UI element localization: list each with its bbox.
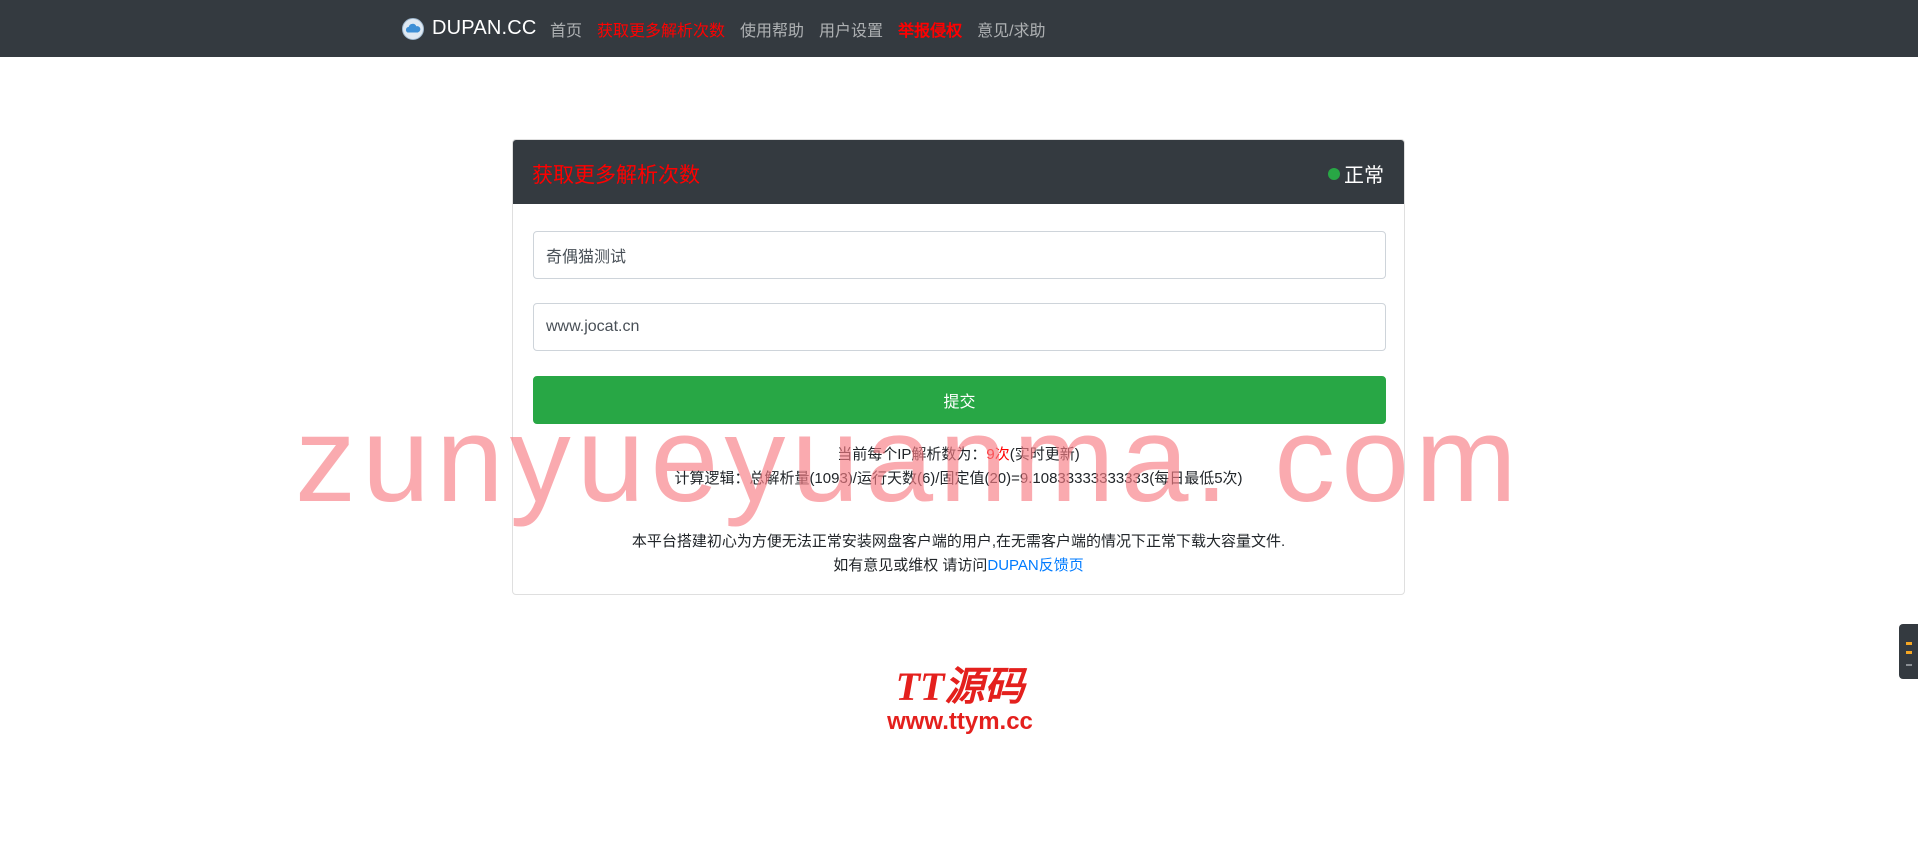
ttym-logo-url: www.ttym.cc [887, 708, 1033, 735]
submit-button[interactable]: 提交 [533, 376, 1386, 424]
brand-name: DUPAN.CC [432, 17, 537, 39]
ip-quota-count: 9次 [986, 446, 1010, 463]
widget-bar-icon [1906, 651, 1912, 654]
brand-link[interactable]: DUPAN.CC [402, 0, 537, 57]
site-title-input[interactable] [533, 231, 1386, 279]
feedback-page-link[interactable]: DUPAN反馈页 [987, 557, 1083, 574]
status-text: 正常 [1344, 165, 1384, 187]
ip-quota-line: 当前每个IP解析数为：9次(实时更新) [513, 443, 1404, 464]
nav-item-help[interactable]: 使用帮助 [740, 17, 804, 41]
card-header: 获取更多解析次数 正常 [513, 140, 1404, 204]
service-status: 正常 [1328, 159, 1384, 188]
ip-quota-prefix: 当前每个IP解析数为： [837, 446, 987, 463]
nav-item-get-more-parses[interactable]: 获取更多解析次数 [597, 17, 725, 41]
ip-quota-suffix: (实时更新) [1009, 446, 1080, 463]
side-float-widget[interactable] [1899, 624, 1918, 679]
nav-item-report-infringement[interactable]: 举报侵权 [898, 17, 962, 41]
status-dot-icon [1328, 167, 1340, 180]
calc-logic-line: 计算逻辑：总解析量(1093)/运行天数(6)/固定值(20)=9.108333… [674, 470, 1243, 487]
site-url-input[interactable] [533, 303, 1386, 351]
nav-menu: 首页 获取更多解析次数 使用帮助 用户设置 举报侵权 意见/求助 [550, 0, 1046, 57]
nav-item-feedback[interactable]: 意见/求助 [977, 17, 1045, 41]
ttym-logo-text: TT源码 [895, 664, 1025, 709]
top-navbar: DUPAN.CC 首页 获取更多解析次数 使用帮助 用户设置 举报侵权 意见/求… [0, 0, 1918, 57]
parse-quota-card: 获取更多解析次数 正常 提交 当前每个IP解析数为：9次(实时更新) 计算逻辑：… [512, 139, 1405, 595]
feedback-prefix: 如有意见或维权 请访问 [833, 557, 988, 574]
about-line: 本平台搭建初心为方便无法正常安装网盘客户端的用户,在无需客户端的情况下正常下载大… [631, 533, 1286, 550]
widget-bar-icon [1906, 642, 1912, 645]
card-title: 获取更多解析次数 [532, 164, 700, 187]
nav-item-home[interactable]: 首页 [550, 17, 582, 41]
nav-item-user-settings[interactable]: 用户设置 [819, 17, 883, 41]
feedback-line: 如有意见或维权 请访问DUPAN反馈页 [513, 554, 1404, 575]
cloud-logo-icon [402, 17, 424, 40]
ttym-logo-watermark: TT源码 www.ttym.cc [870, 666, 1050, 736]
widget-bar-icon [1906, 664, 1912, 666]
